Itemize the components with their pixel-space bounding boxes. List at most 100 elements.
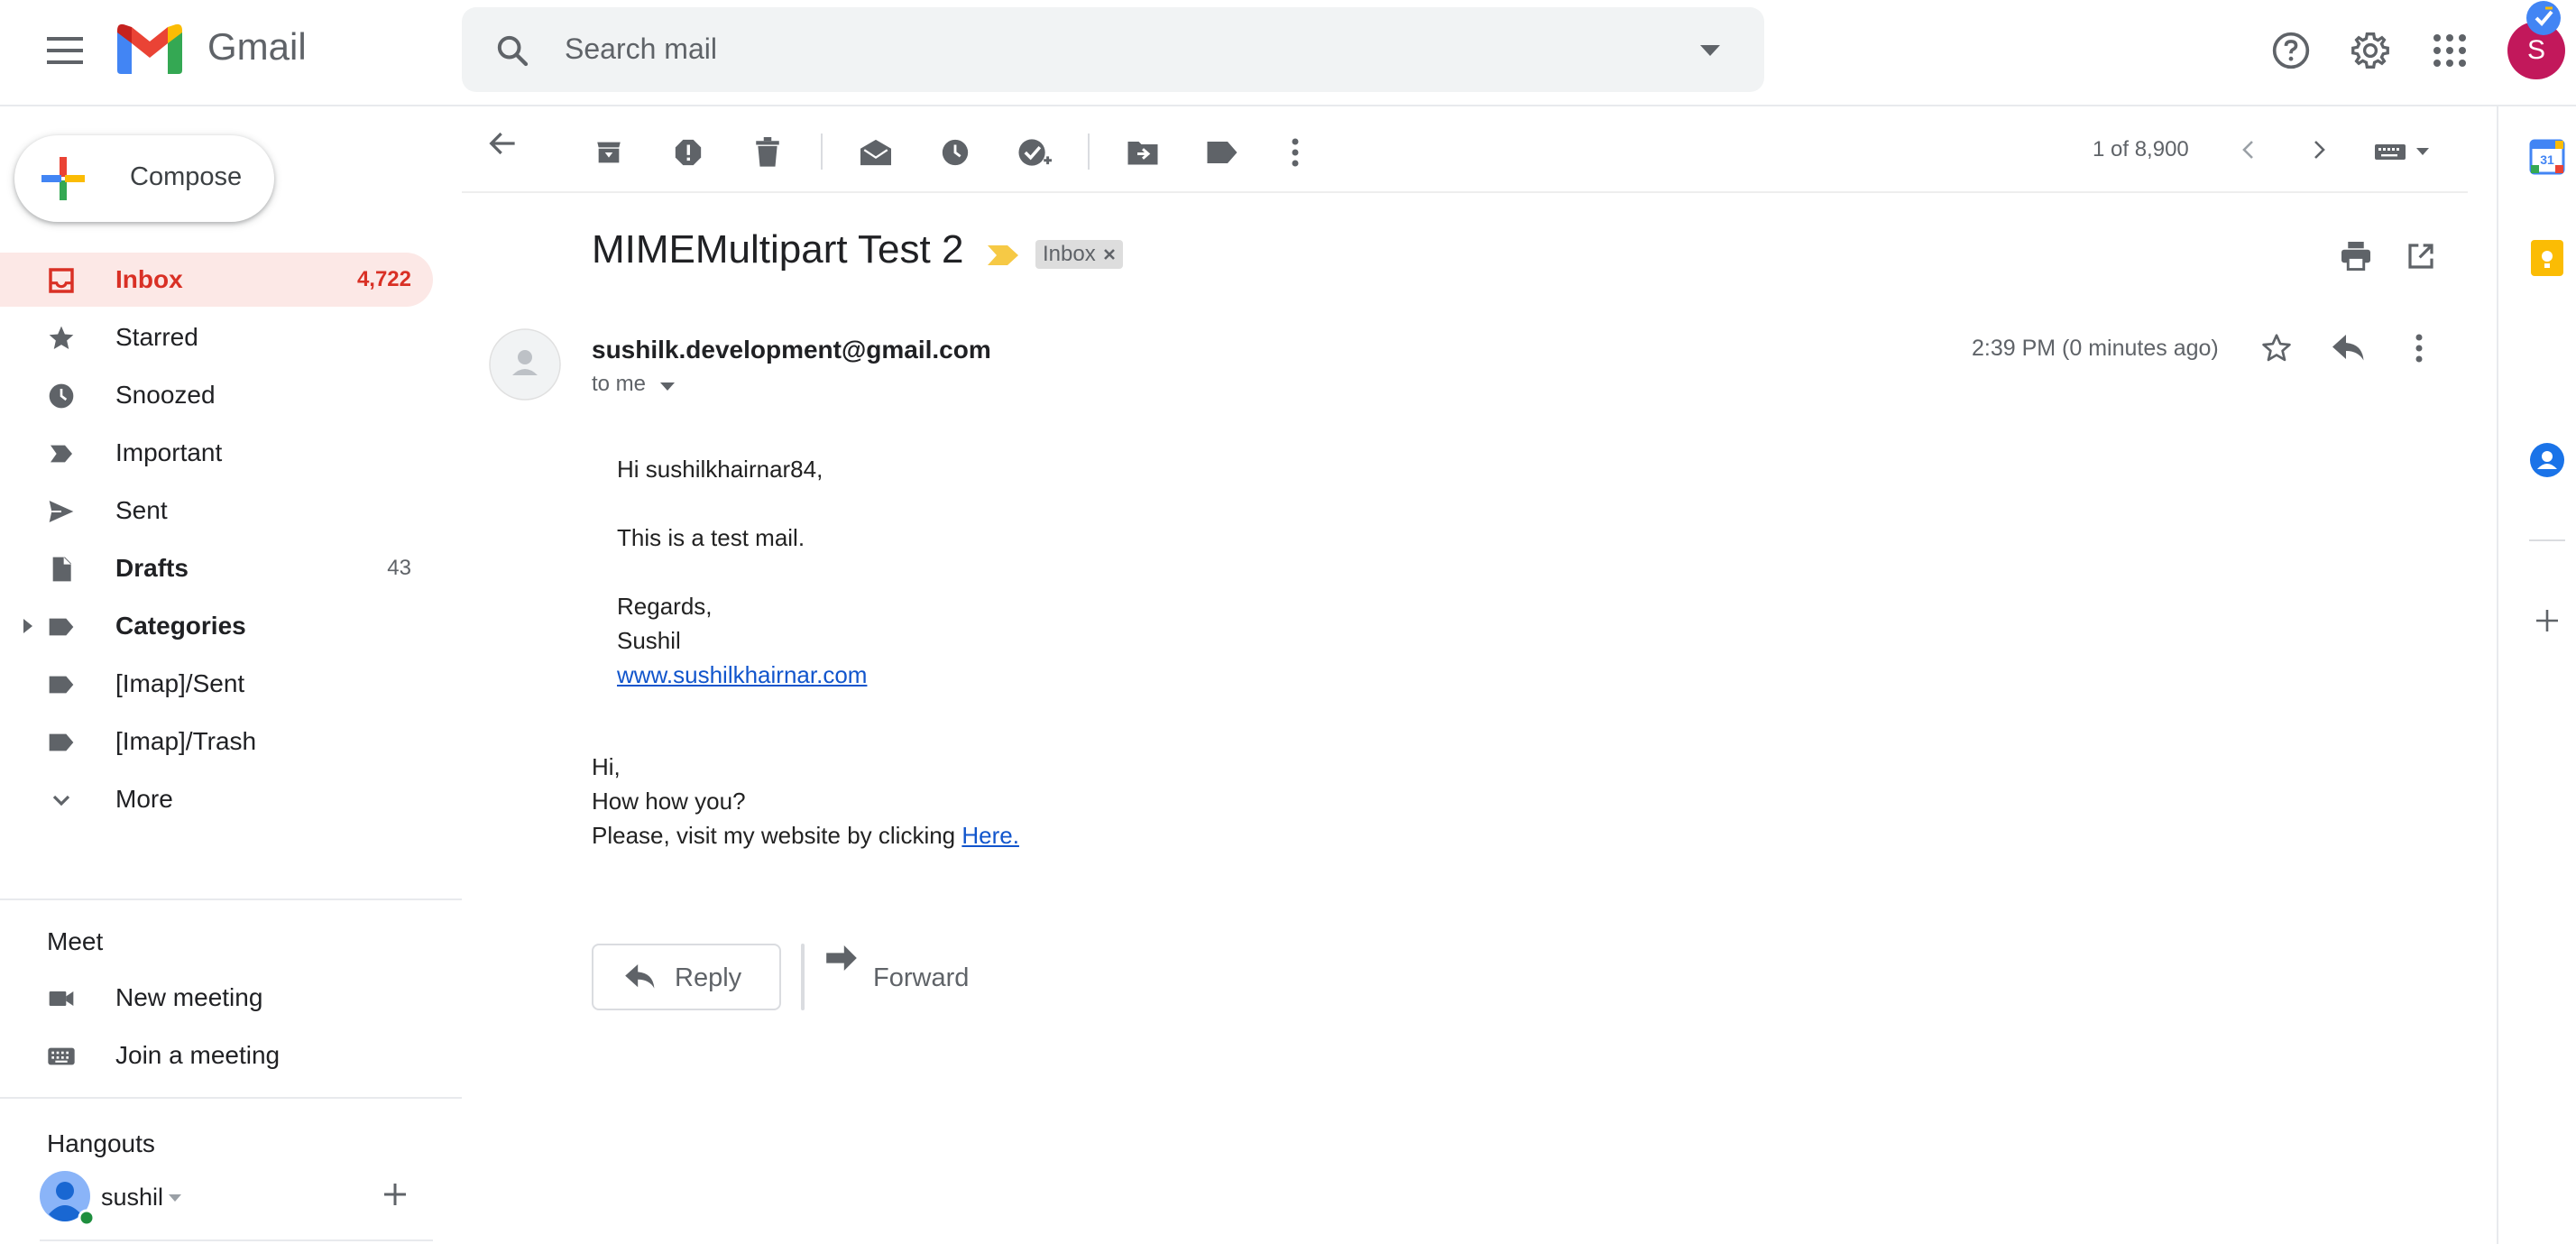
search-icon[interactable] [487,27,538,74]
important-icon [47,439,76,468]
sidebar-bottom-divider [40,1239,433,1241]
toolbar-bottom-divider [462,191,2468,193]
settings-gear-icon[interactable] [2345,25,2396,76]
body-signature-name: Sushil [617,627,681,654]
move-to-icon[interactable] [1120,130,1165,175]
sidebar-item-label: Drafts [115,554,189,582]
older-chevron-right-icon[interactable] [2302,132,2338,168]
get-addons-plus-icon[interactable] [2531,604,2563,637]
keyboard-icon [47,1042,76,1071]
sidebar-item-categories[interactable]: Categories [0,599,433,653]
website-link[interactable]: www.sushilkhairnar.com [617,661,867,689]
sidebar-divider [0,1097,462,1099]
back-arrow-icon[interactable] [487,130,518,157]
sidebar-item-starred[interactable]: Starred [0,310,433,364]
inbox-unread-count: 4,722 [356,267,411,291]
sidebar-item-label: Starred [115,323,198,351]
sidebar-item-imap-trash[interactable]: [Imap]/Trash [0,714,433,769]
sidebar-item-label: Inbox [115,265,183,293]
hangouts-user-name[interactable]: sushil [101,1184,163,1212]
add-hangout-icon[interactable] [382,1182,408,1207]
sidebar-divider [0,898,462,900]
forward-arrow-icon [826,945,857,971]
apps-grid-icon[interactable] [2424,25,2475,76]
add-to-tasks-icon[interactable] [1012,130,1057,175]
body-hi: Hi, [592,753,621,780]
delete-trash-icon[interactable] [745,130,790,175]
pagination-text: 1 of 8,900 [2093,137,2189,161]
sidebar-item-snoozed[interactable]: Snoozed [0,368,433,422]
reply-button[interactable]: Reply [592,944,781,1010]
sidebar-item-label: Snoozed [115,381,216,409]
sidebar-item-more[interactable]: More [0,772,433,826]
search-options-icon[interactable] [1688,32,1732,69]
input-tools-keyboard-icon[interactable] [2367,134,2439,170]
sidebar-item-drafts[interactable]: Drafts 43 [0,541,433,595]
hangouts-user-avatar[interactable] [40,1171,94,1225]
main-menu-icon[interactable] [40,29,90,72]
hangouts-section-title: Hangouts [47,1129,155,1157]
compose-plus-icon [41,157,85,200]
reply-arrow-icon [624,963,657,991]
here-link[interactable]: Here. [961,822,1019,849]
svg-text:31: 31 [2540,152,2554,167]
forward-label: Forward [873,963,970,992]
report-spam-icon[interactable] [666,130,711,175]
sidebar-item-label: Categories [115,612,246,640]
sidebar-item-sent[interactable]: Sent [0,484,433,538]
new-meeting-item[interactable]: New meeting [0,971,433,1025]
calendar-app-icon[interactable]: 31 [2525,135,2569,179]
compose-button[interactable]: Compose [14,135,274,222]
app-name: Gmail [207,25,307,68]
star-toggle-icon[interactable] [2255,327,2298,370]
status-dropdown-icon[interactable] [166,1189,184,1207]
reply-icon[interactable] [2327,327,2370,370]
sidebar-item-important[interactable]: Important [0,426,433,480]
sidebar-item-label: Important [115,438,223,466]
recipient-details-dropdown-icon[interactable] [655,375,680,397]
body-visit-text: Please, visit my website by clicking [592,822,962,849]
more-vert-icon[interactable] [1279,130,1311,175]
more-options-icon[interactable] [2403,327,2435,370]
clock-icon [47,382,76,410]
body-regards: Regards, [617,593,713,620]
tasks-app-icon[interactable] [2525,0,2562,36]
reply-label: Reply [675,963,742,992]
sidebar-item-inbox[interactable]: Inbox 4,722 [0,253,433,307]
side-panel-divider-short [2529,539,2565,541]
help-icon[interactable] [2266,25,2316,76]
inbox-chip-label: Inbox [1043,242,1096,266]
sender-email[interactable]: sushilk.development@gmail.com [592,336,991,364]
search-input[interactable]: Search mail [565,32,717,66]
remove-label-icon[interactable] [1103,248,1116,261]
archive-icon[interactable] [586,130,631,175]
inbox-icon [47,266,76,295]
new-meeting-label: New meeting [115,983,263,1011]
open-in-new-window-icon[interactable] [2399,235,2443,278]
snooze-clock-icon[interactable] [933,130,978,175]
body-how: How how you? [592,788,746,815]
label-icon [47,728,76,757]
newer-chevron-left-icon[interactable] [2230,132,2266,168]
sidebar-item-label: More [115,785,173,813]
importance-marker-icon[interactable] [985,242,1021,269]
email-timestamp: 2:39 PM (0 minutes ago) [1972,336,2219,361]
recipient-line[interactable]: to me [592,372,646,397]
keep-notes-icon[interactable] [2525,236,2569,280]
chevron-down-icon [47,786,76,815]
sidebar-item-imap-sent[interactable]: [Imap]/Sent [0,657,433,711]
labels-tag-icon[interactable] [1200,130,1245,175]
mark-unread-icon[interactable] [853,130,898,175]
drafts-count: 43 [387,556,411,580]
expand-arrow-icon[interactable] [22,617,34,635]
print-icon[interactable] [2334,235,2378,278]
sidebar-item-label: [Imap]/Sent [115,669,245,697]
forward-button[interactable]: Forward [801,944,969,1010]
join-meeting-item[interactable]: Join a meeting [0,1028,433,1083]
sender-avatar[interactable] [489,328,561,401]
video-camera-icon [47,984,76,1013]
sidebar-item-label: [Imap]/Trash [115,727,257,755]
body-line: This is a test mail. [617,524,805,551]
contacts-app-icon[interactable] [2525,438,2569,482]
gmail-logo-icon[interactable] [115,22,184,76]
